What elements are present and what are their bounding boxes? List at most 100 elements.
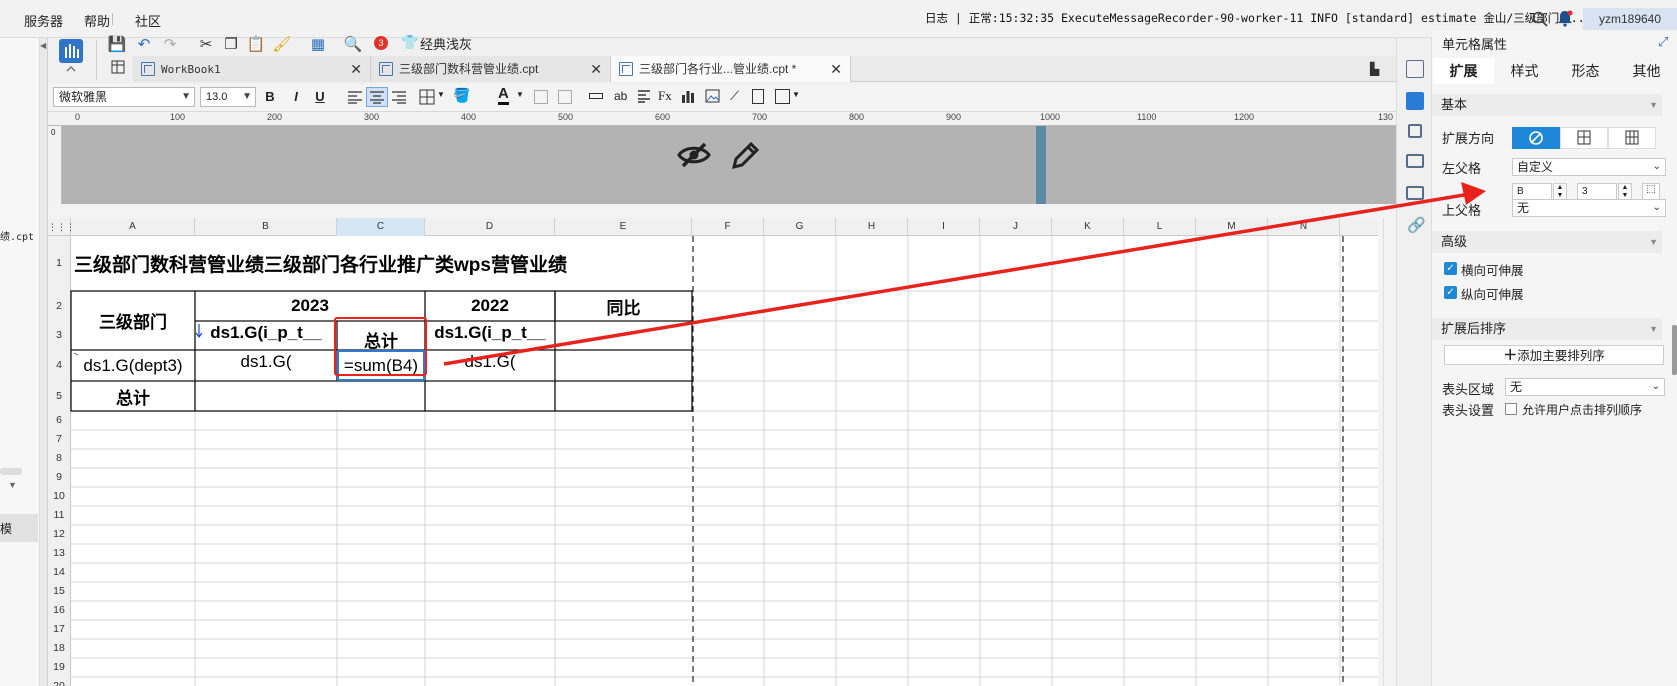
left-collapse-strip[interactable]: ◀ [40, 38, 48, 686]
header-area-select[interactable]: 无 ⌄ [1505, 378, 1665, 396]
menu-server[interactable]: 服务器 [24, 11, 63, 30]
close-icon[interactable]: ✕ [590, 56, 602, 82]
panel-scrollbar[interactable] [1672, 325, 1677, 375]
hidden-eye-icon[interactable] [677, 141, 711, 169]
text-color-icon[interactable]: A [498, 86, 509, 105]
cell-b3[interactable]: ds1.G(i_p_t__ [195, 321, 337, 350]
tab-style[interactable]: 样式 [1494, 58, 1555, 84]
section-basic[interactable]: 基本 ▼ [1432, 94, 1662, 116]
year-2022-cell[interactable]: 2022 [425, 291, 555, 321]
data-icon[interactable] [1406, 186, 1424, 200]
chart-icon[interactable] [681, 89, 695, 103]
save-icon[interactable]: 💾 [107, 34, 127, 54]
image-icon[interactable] [705, 89, 720, 103]
horizontal-expand-checkbox[interactable]: ✓ [1444, 262, 1457, 275]
left-parent-select[interactable]: 自定义 ⌄ [1512, 158, 1666, 176]
menu-help[interactable]: 帮助 [84, 11, 110, 30]
preview-icon[interactable]: 🔍 [343, 34, 363, 54]
menu-bar: 服务器 帮助 社区 日志 | 正常:15:32:35 ExecuteMessag… [0, 0, 1677, 38]
file-tree-item[interactable]: 绩.cpt [0, 228, 34, 243]
classic-theme-button[interactable]: 经典浅灰 [420, 34, 472, 53]
panel-pin-icon[interactable]: ⤢ [1658, 34, 1668, 50]
link-icon[interactable]: 🔗 [1407, 216, 1426, 234]
grid-view-icon[interactable] [111, 60, 125, 74]
chevron-down-icon[interactable]: ▼ [792, 90, 800, 99]
align-center-icon[interactable] [366, 87, 388, 107]
close-icon[interactable]: ✕ [350, 56, 362, 82]
user-account[interactable]: yzm189640 [1583, 8, 1677, 30]
tab-industry-report[interactable]: 三级部门各行业...管业绩.cpt * ✕ [611, 56, 851, 82]
tab-other[interactable]: 其他 [1616, 58, 1677, 84]
section-advanced[interactable]: 高级 ▼ [1432, 231, 1662, 253]
slash-cell-icon[interactable]: ⟋ [730, 88, 739, 104]
chevron-down-icon[interactable]: ▼ [8, 480, 17, 490]
cell-d3[interactable]: ds1.G(i_p_t__ [425, 321, 555, 350]
tab-expand[interactable]: 扩展 [1433, 58, 1494, 84]
left-selected-item[interactable]: 模 [0, 514, 38, 542]
redo-icon[interactable]: ↷ [160, 34, 180, 54]
align-right-icon[interactable] [391, 90, 407, 104]
tab-form[interactable]: 形态 [1555, 58, 1616, 84]
expand-vertical-button[interactable] [1560, 127, 1608, 149]
insert-cell-icon[interactable] [589, 93, 603, 99]
theme-icon[interactable]: 👕 [401, 34, 418, 51]
widget-icon[interactable] [1408, 124, 1422, 138]
cut-icon[interactable]: ✂ [196, 34, 216, 54]
cell-attributes-icon[interactable] [1406, 92, 1424, 110]
formula-button[interactable]: Fx [658, 88, 672, 104]
cell-d4[interactable]: ds1.G( [425, 350, 555, 381]
cell-element-icon[interactable] [775, 89, 790, 104]
undo-icon[interactable]: ↶ [134, 34, 154, 54]
notification-badge[interactable]: 3 [374, 36, 388, 50]
cell-b4[interactable]: ds1.G( [195, 350, 337, 381]
design-mode-button[interactable] [57, 38, 89, 82]
font-size-select[interactable]: 13.0 ▼ [200, 87, 256, 107]
dept-header-cell[interactable]: 三级部门 [71, 291, 195, 350]
format-painter-icon[interactable]: 🖌 [272, 34, 292, 54]
spreadsheet-grid[interactable]: ⋮⋮⋮ A B C D E F G H I J K L M N ⌃ 1 2 3 … [48, 218, 1378, 686]
tab-menu-icon[interactable]: ▙ [1370, 62, 1379, 76]
collapse-left-icon[interactable]: ◀ [40, 41, 46, 50]
left-scrollbar[interactable] [0, 468, 22, 475]
border-icon[interactable] [419, 89, 435, 105]
tab-workbook1[interactable]: WorkBook1 ✕ [133, 56, 371, 82]
text-icon[interactable]: ab [614, 89, 627, 103]
bell-icon[interactable] [1557, 10, 1573, 27]
tab-dept-report[interactable]: 三级部门数科营管业绩.cpt ✕ [371, 56, 611, 82]
cell-layout-icon[interactable] [1406, 60, 1424, 78]
menu-community[interactable]: 社区 [135, 11, 161, 30]
expand-none-button[interactable] [1512, 127, 1560, 149]
ruler-tick: 0 [51, 128, 56, 137]
allow-sort-checkbox[interactable] [1505, 403, 1517, 415]
log-status-text[interactable]: 日志 | 正常:15:32:35 ExecuteMessageRecorder-… [925, 10, 1592, 26]
search-icon[interactable] [1532, 11, 1548, 27]
rich-text-icon[interactable] [637, 89, 651, 103]
add-sort-button[interactable]: ＋添加主要排列序 [1444, 345, 1664, 365]
grid-vertical-scrollbar[interactable] [1383, 218, 1396, 686]
yoy-header-cell[interactable]: 同比 [555, 291, 692, 321]
template-icon[interactable]: ▦ [308, 34, 328, 54]
bold-button[interactable]: B [262, 89, 278, 104]
chevron-down-icon[interactable]: ▼ [437, 90, 445, 99]
copy-icon[interactable]: ❐ [221, 34, 241, 54]
form-icon[interactable] [1406, 154, 1424, 168]
close-icon[interactable]: ✕ [830, 56, 842, 82]
chevron-down-icon[interactable]: ▼ [516, 90, 524, 99]
expand-horizontal-button[interactable] [1608, 127, 1656, 149]
merge-cells-icon[interactable] [534, 90, 548, 104]
cell-a5[interactable]: 总计 [71, 381, 195, 411]
align-left-icon[interactable] [347, 90, 363, 104]
underline-button[interactable]: U [312, 89, 328, 104]
font-family-select[interactable]: 微软雅黑 ▼ [53, 87, 195, 107]
vertical-expand-checkbox[interactable]: ✓ [1444, 286, 1457, 299]
italic-button[interactable]: I [288, 89, 304, 104]
upper-parent-select[interactable]: 无 ⌄ [1512, 199, 1666, 217]
sub-report-icon[interactable] [752, 89, 764, 104]
edit-pencil-icon[interactable] [730, 139, 760, 171]
report-title-cell[interactable]: 三级部门数科营管业绩三级部门各行业推广类wps营管业绩 [71, 236, 692, 291]
paste-icon[interactable]: 📋 [246, 34, 266, 54]
cell-a4[interactable]: ds1.G(dept3) [71, 350, 195, 381]
fill-color-icon[interactable]: 🪣 [453, 87, 470, 104]
section-sort[interactable]: 扩展后排序 ▼ [1432, 318, 1662, 340]
split-cells-icon[interactable] [558, 90, 572, 104]
